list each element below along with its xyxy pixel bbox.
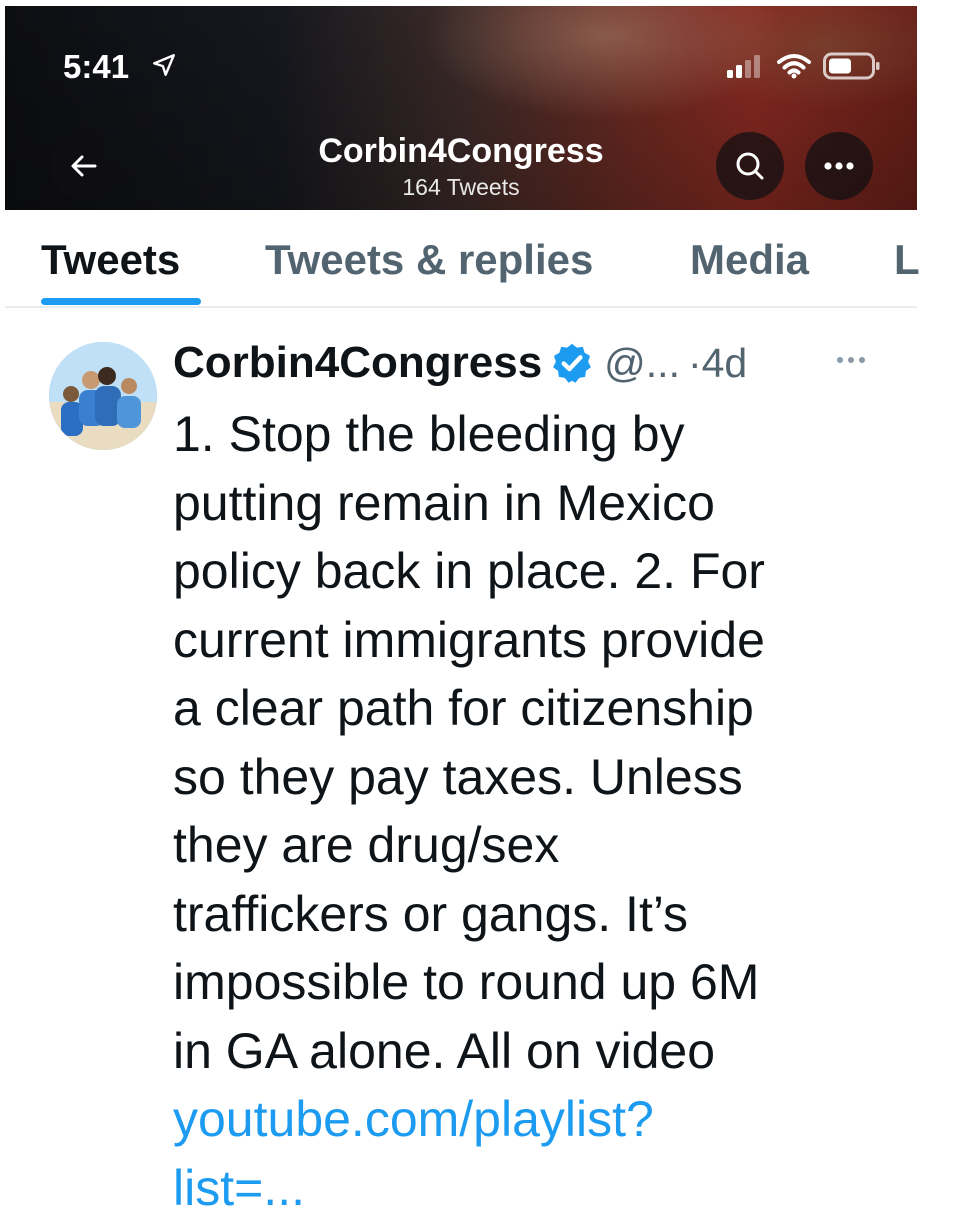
tab-tweets-and-replies[interactable]: Tweets & replies bbox=[265, 236, 593, 284]
wifi-icon bbox=[777, 54, 811, 79]
tweet-author[interactable]: Corbin4Congress bbox=[173, 338, 542, 388]
profile-tabs: Tweets Tweets & replies Media L bbox=[5, 210, 920, 308]
profile-header: 5:41 Corbin4Congress 164 Tweets bbox=[5, 6, 917, 210]
battery-icon bbox=[823, 52, 880, 80]
tweet-line: so they pay taxes. Unless bbox=[173, 748, 743, 805]
more-icon bbox=[824, 162, 854, 170]
tweet-line: in GA alone. All on video bbox=[173, 1022, 716, 1079]
tweet-line: a clear path for citizenship bbox=[173, 680, 754, 736]
more-options-button[interactable] bbox=[805, 132, 873, 200]
search-icon bbox=[736, 152, 764, 180]
tweet-line: impossible to round up 6M bbox=[173, 954, 760, 1010]
tweet-line: 1. Stop the bleeding by bbox=[173, 406, 685, 462]
tab-media[interactable]: Media bbox=[690, 236, 809, 284]
status-icons bbox=[725, 52, 881, 80]
active-tab-indicator bbox=[41, 298, 201, 305]
tweet-line: current immigrants provide bbox=[173, 611, 765, 668]
search-button[interactable] bbox=[716, 132, 784, 200]
tweet-link[interactable]: youtube.com/playlist? bbox=[173, 1085, 893, 1154]
tweet-line: they are drug/sex bbox=[173, 817, 560, 873]
avatar[interactable] bbox=[49, 342, 157, 450]
profile-photo bbox=[49, 342, 157, 450]
status-time: 5:41 bbox=[63, 48, 130, 85]
verified-badge-icon bbox=[553, 343, 592, 383]
tweet-time[interactable]: ·4d bbox=[688, 340, 747, 387]
more-icon bbox=[837, 357, 865, 363]
cellular-signal-icon bbox=[727, 55, 760, 78]
tweet-link[interactable]: list=... bbox=[173, 1154, 893, 1223]
location-arrow-icon bbox=[153, 54, 175, 76]
tweet-line: putting remain in Mexico bbox=[173, 474, 715, 531]
tab-tweets[interactable]: Tweets bbox=[41, 236, 180, 284]
tweet-text: 1. Stop the bleeding by putting remain i… bbox=[173, 400, 893, 1222]
tweet-more-button[interactable] bbox=[834, 352, 868, 370]
tweet-line: policy back in place. 2. For bbox=[173, 543, 765, 599]
tab-likes[interactable]: L bbox=[894, 236, 920, 284]
tweet-header: Corbin4Congress @... ·4d bbox=[173, 338, 747, 388]
tweet-handle[interactable]: @... bbox=[604, 340, 680, 387]
tweet-line: traffickers or gangs. It’s bbox=[173, 885, 689, 942]
